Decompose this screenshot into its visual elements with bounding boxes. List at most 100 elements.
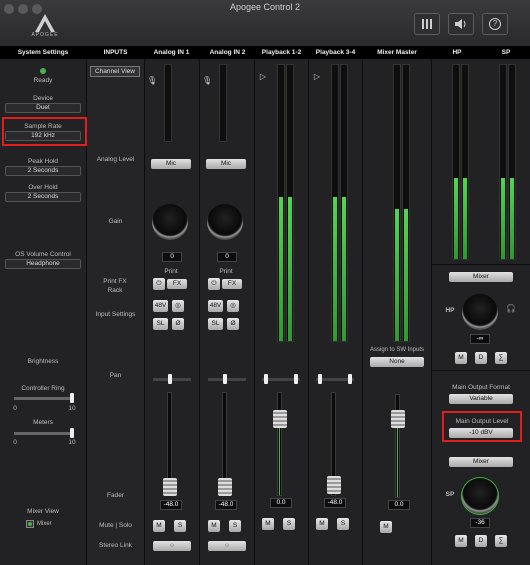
playback-3-4-fader-cap[interactable] xyxy=(327,476,341,494)
analog-2-sl-button[interactable]: SL xyxy=(208,318,223,330)
meters-brightness-slider[interactable] xyxy=(14,432,72,435)
hp-mute-button[interactable]: M xyxy=(455,352,467,364)
analog-2-config-button[interactable]: ◎ xyxy=(227,300,239,312)
mixer-view-label: Mixer View xyxy=(27,508,59,515)
analog-1-phase-button[interactable]: Ø xyxy=(172,318,184,330)
playback-1-2-mute-button[interactable]: M xyxy=(262,518,274,530)
speaker-settings-button[interactable] xyxy=(448,13,474,35)
header-playback-1-2: Playback 1-2 xyxy=(261,49,302,56)
header-sp: SP xyxy=(501,49,511,56)
analog-1-gain-knob[interactable] xyxy=(152,204,188,240)
peak-hold-select[interactable]: 2 Seconds xyxy=(5,166,81,176)
playback-1-2-pan-left-thumb[interactable] xyxy=(264,374,268,384)
analog-1-pan-thumb[interactable] xyxy=(168,374,172,384)
mixer-master-mute-button[interactable]: M xyxy=(380,521,392,533)
meters-label: Meters xyxy=(33,419,53,426)
analog-1-level-button[interactable]: Mic xyxy=(151,159,191,169)
mute-solo-label: Mute | Solo xyxy=(99,522,132,529)
header-analog-in-1: Analog IN 1 xyxy=(153,49,190,56)
sp-dim-button[interactable]: D xyxy=(475,535,487,547)
sp-sum-button[interactable]: ∑ xyxy=(495,535,507,547)
analog-1-48v-button[interactable]: 48V xyxy=(153,300,168,312)
channel-view-button[interactable]: Channel View xyxy=(90,66,140,77)
header-system-settings: System Settings xyxy=(17,49,69,56)
hp-sum-button[interactable]: ∑ xyxy=(495,352,507,364)
mixer-master-meter-right xyxy=(402,64,410,342)
controller-ring-thumb[interactable] xyxy=(70,393,74,403)
analog-level-label: Analog Level xyxy=(96,156,135,163)
playback-3-4-mute-button[interactable]: M xyxy=(316,518,328,530)
meters-max: 10 xyxy=(68,439,76,446)
hp-dim-button[interactable]: D xyxy=(475,352,487,364)
sp-meter-left-fill xyxy=(501,177,505,259)
device-label: Device xyxy=(33,95,53,102)
mixer-view-button[interactable] xyxy=(414,13,440,35)
header-inputs: INPUTS xyxy=(103,49,128,56)
analog-1-solo-button[interactable]: S xyxy=(174,520,186,532)
analog-2-meter xyxy=(219,64,227,142)
analog-2-print-label: Print xyxy=(219,268,233,275)
sample-rate-select[interactable]: 192 kHz xyxy=(5,131,81,141)
analog-2-mute-button[interactable]: M xyxy=(208,520,220,532)
playback-3-4-solo-button[interactable]: S xyxy=(337,518,349,530)
sp-mute-button[interactable]: M xyxy=(455,535,467,547)
brightness-label: Brightness xyxy=(27,358,59,365)
microphone-icon: 🎙 xyxy=(147,76,158,85)
mixer-view-option: Mixer xyxy=(37,521,52,527)
hp-mixer-button[interactable]: Mixer xyxy=(449,272,513,282)
help-button[interactable]: ? xyxy=(482,13,508,35)
sp-meter-right-fill xyxy=(510,177,514,259)
analog-1-sl-button[interactable]: SL xyxy=(153,318,168,330)
main-output-format-select[interactable]: Variable xyxy=(449,394,513,404)
controller-ring-slider[interactable] xyxy=(14,397,72,400)
playback-1-2-pan-right-thumb[interactable] xyxy=(294,374,298,384)
analog-2-48v-button[interactable]: 48V xyxy=(208,300,223,312)
analog-2-power-button[interactable]: ⏻ xyxy=(208,278,220,290)
analog-1-pan-slider[interactable] xyxy=(153,378,191,381)
analog-1-stereo-link-button[interactable]: ○ xyxy=(153,541,191,551)
playback-1-2-fader-cap[interactable] xyxy=(273,410,287,428)
sp-value: -36 xyxy=(470,518,490,528)
analog-2-gain-knob[interactable] xyxy=(207,204,243,240)
over-hold-select[interactable]: 2 Seconds xyxy=(5,192,81,202)
mixer-master-meter-left-fill xyxy=(395,208,399,341)
analog-1-config-button[interactable]: ◎ xyxy=(172,300,184,312)
analog-2-solo-button[interactable]: S xyxy=(229,520,241,532)
analog-2-pan-thumb[interactable] xyxy=(223,374,227,384)
circle-icon: ◎ xyxy=(175,302,181,309)
analog-2-phase-button[interactable]: Ø xyxy=(227,318,239,330)
device-select[interactable]: Duet xyxy=(5,103,81,113)
playback-3-4-pan-right-thumb[interactable] xyxy=(348,374,352,384)
sp-volume-knob[interactable] xyxy=(462,478,498,514)
meters-min: 0 xyxy=(13,439,17,446)
playback-1-2-meter-right-fill xyxy=(288,197,292,341)
app-title: Apogee Control 2 xyxy=(229,2,301,12)
analog-2-fader-cap[interactable] xyxy=(218,478,232,496)
mixer-master-fader-cap[interactable] xyxy=(391,410,405,428)
sp-mixer-button[interactable]: Mixer xyxy=(449,457,513,467)
analog-2-level-button[interactable]: Mic xyxy=(206,159,246,169)
meters-brightness-thumb[interactable] xyxy=(70,428,74,438)
analog-1-fx-button[interactable]: FX xyxy=(167,279,187,289)
playback-3-4-meter-right xyxy=(340,64,348,342)
analog-1-power-button[interactable]: ⏻ xyxy=(153,278,165,290)
playback-3-4-pan-left-thumb[interactable] xyxy=(318,374,322,384)
column-headers: System Settings INPUTS Analog IN 1 Analo… xyxy=(0,46,530,59)
main-output-level-select[interactable]: -10 dBV xyxy=(449,428,513,438)
analog-2-fx-button[interactable]: FX xyxy=(222,279,242,289)
playback-1-2-solo-button[interactable]: S xyxy=(283,518,295,530)
power-icon: ⏻ xyxy=(211,280,217,287)
analog-2-pan-slider[interactable] xyxy=(208,378,246,381)
fader-label: Fader xyxy=(107,492,124,499)
hp-volume-knob[interactable] xyxy=(462,294,498,330)
os-volume-select[interactable]: Headphone xyxy=(5,259,81,269)
mixer-view-checkbox[interactable] xyxy=(26,520,34,528)
analog-1-fader-cap[interactable] xyxy=(163,478,177,496)
playback-3-4-fader-value: -48.0 xyxy=(324,498,346,508)
analog-2-stereo-link-button[interactable]: ○ xyxy=(208,541,246,551)
header-analog-in-2: Analog IN 2 xyxy=(209,49,246,56)
playback-3-4-meter-right-fill xyxy=(342,197,346,341)
link-circle-icon: ○ xyxy=(170,542,174,549)
analog-1-mute-button[interactable]: M xyxy=(153,520,165,532)
assign-sw-inputs-select[interactable]: None xyxy=(370,357,424,367)
